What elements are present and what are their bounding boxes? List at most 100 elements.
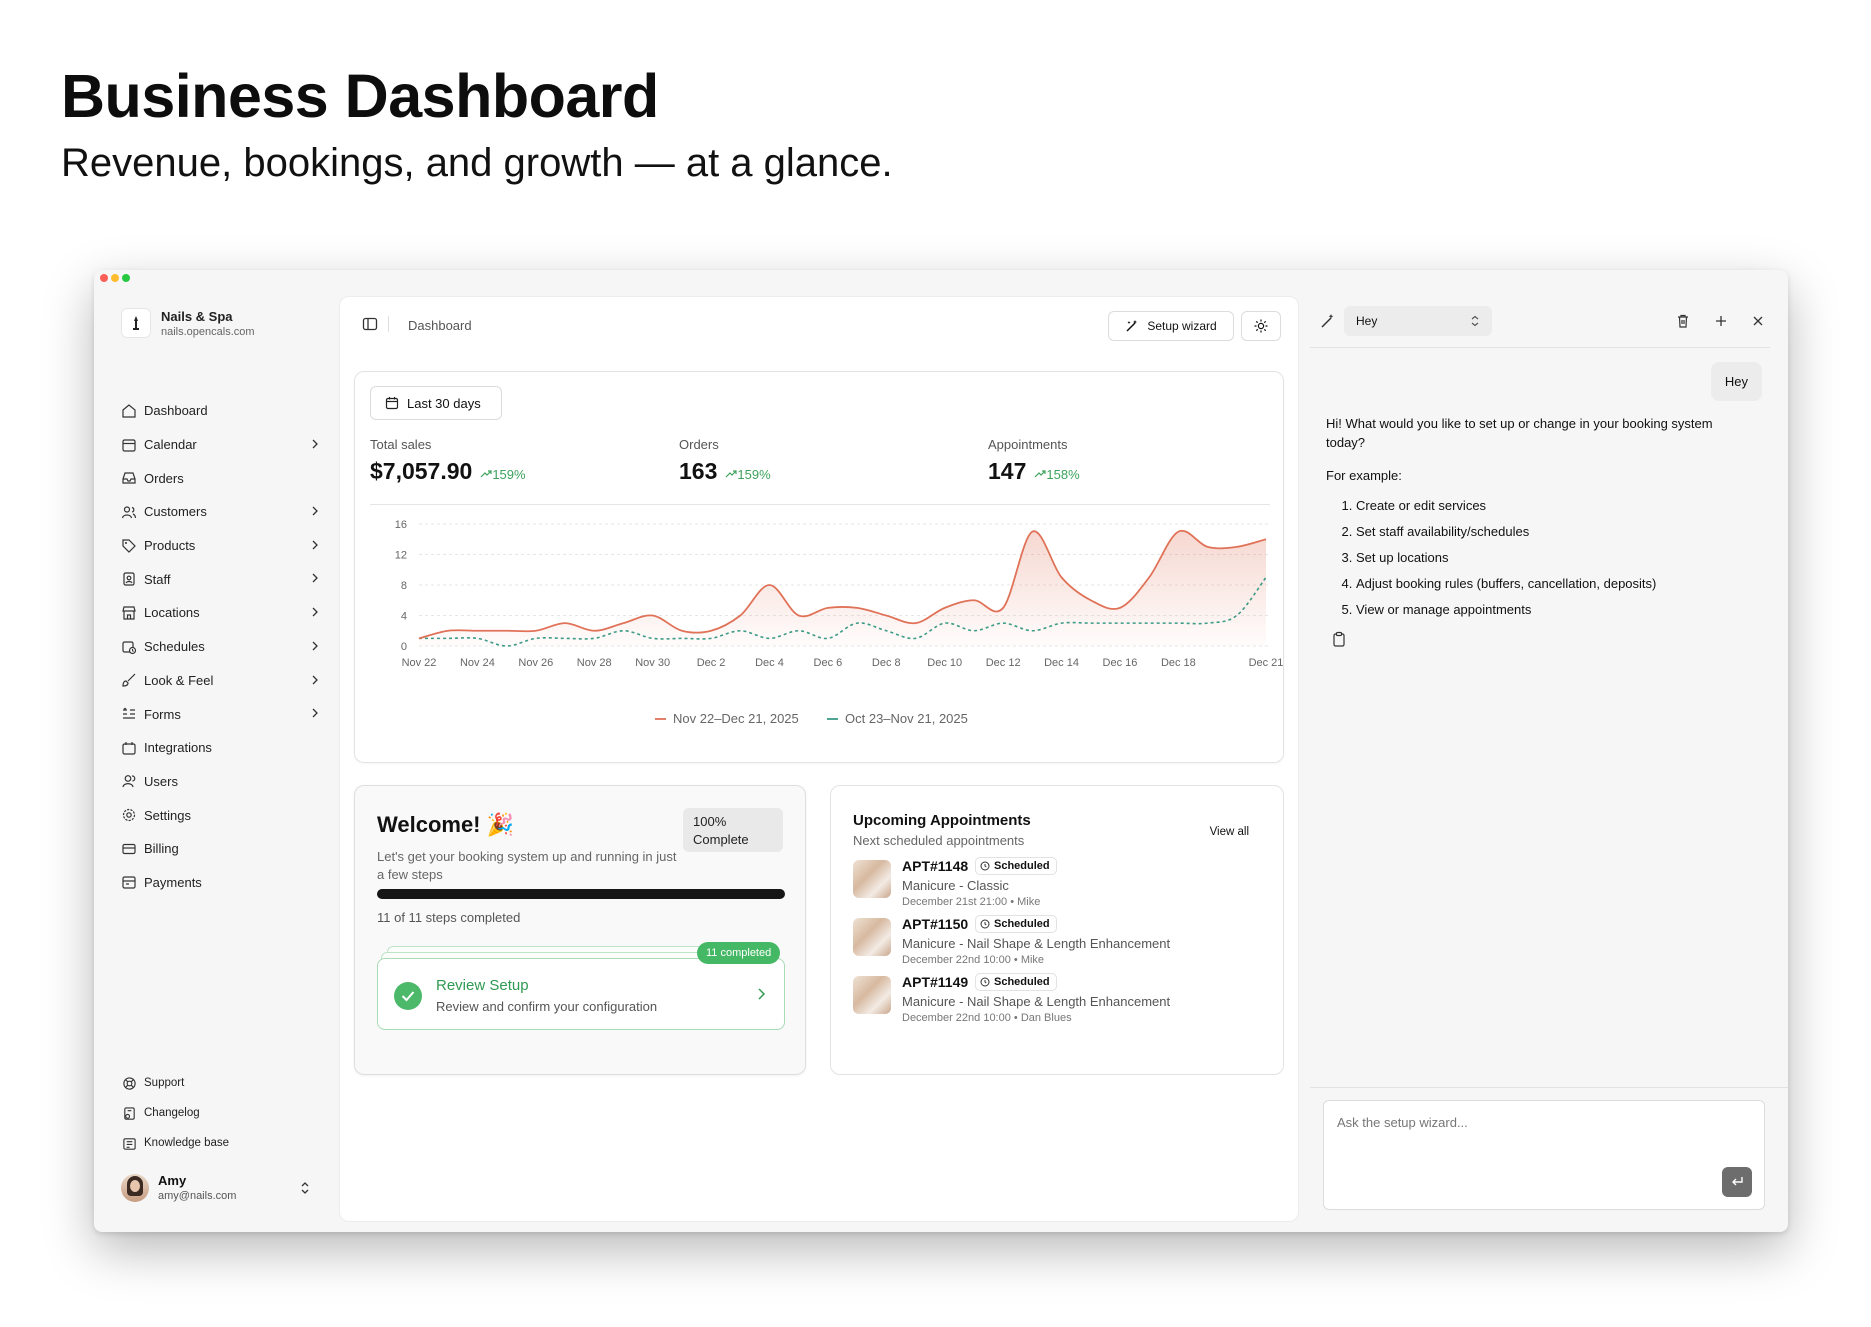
brand-name: Nails & Spa xyxy=(161,308,233,324)
sidebar-item-staff[interactable]: Staff xyxy=(121,562,321,596)
user-email: amy@nails.com xyxy=(158,1190,237,1202)
stat-change: 159% xyxy=(725,467,771,482)
user-menu[interactable]: Amy amy@nails.com xyxy=(121,1173,321,1202)
sidebar-item-customers[interactable]: Customers xyxy=(121,495,321,529)
magic-wand-icon xyxy=(1126,320,1138,332)
doc-icon xyxy=(121,1105,137,1121)
setup-wizard-label: Setup wizard xyxy=(1147,319,1217,333)
theme-toggle-button[interactable] xyxy=(1241,311,1281,341)
sidebar-item-calendar[interactable]: Calendar xyxy=(121,428,321,462)
example-option: Adjust booking rules (buffers, cancellat… xyxy=(1356,574,1746,593)
sidebar-item-label: Dashboard xyxy=(144,403,208,419)
setup-wizard-button[interactable]: Setup wizard xyxy=(1108,311,1234,341)
view-all-link[interactable]: View all xyxy=(1210,826,1249,838)
sidebar-item-products[interactable]: Products xyxy=(121,529,321,563)
stat-label: Total sales xyxy=(370,437,432,452)
sidebar-toggle-icon[interactable] xyxy=(362,316,378,332)
status-label: Scheduled xyxy=(994,976,1050,988)
status-badge: Scheduled xyxy=(975,857,1057,875)
trend-up-icon xyxy=(725,470,737,478)
stat-change: 158% xyxy=(1034,467,1080,482)
list-icon xyxy=(121,706,137,722)
completion-badge: 100% Complete xyxy=(683,808,783,852)
sidebar-item-dashboard[interactable]: Dashboard xyxy=(121,394,321,428)
appointment-row[interactable]: APT#1150 Scheduled Manicure - Nail Shape &… xyxy=(853,915,1273,976)
sidebar-item-payments[interactable]: Payments xyxy=(121,866,321,900)
appointment-id: APT#1150 xyxy=(902,916,969,932)
example-option: Create or edit services xyxy=(1356,496,1746,515)
breadcrumb[interactable]: Dashboard xyxy=(408,318,472,333)
steps-count: 11 of 11 steps completed xyxy=(377,910,521,925)
brand[interactable]: Nails & Spa nails.opencals.com xyxy=(121,308,255,338)
chevrons-up-down-icon xyxy=(1471,315,1479,327)
x-tick-label: Dec 10 xyxy=(927,657,962,669)
stat-label: Orders xyxy=(679,437,719,452)
badge-icon xyxy=(121,571,137,587)
chevron-right-icon xyxy=(312,708,318,718)
enter-icon xyxy=(1732,1177,1743,1186)
stat-value: 147 xyxy=(988,458,1027,484)
sidebar-item-label: Look & Feel xyxy=(144,672,214,688)
main-panel: Dashboard Setup wizard Last 30 days Tota… xyxy=(339,296,1299,1222)
inbox-icon xyxy=(121,470,137,486)
sidebar-item-schedules[interactable]: Schedules xyxy=(121,630,321,664)
x-tick-label: Dec 12 xyxy=(986,657,1021,669)
trend-up-icon xyxy=(1034,470,1046,478)
footer-item-support[interactable]: Support xyxy=(121,1068,229,1098)
legend-label: Nov 22–Dec 21, 2025 xyxy=(673,711,799,726)
home-icon xyxy=(121,403,137,419)
sidebar-item-integrations[interactable]: Integrations xyxy=(121,731,321,765)
assistant-intro: Hi! What would you like to set up or cha… xyxy=(1326,416,1713,450)
close-icon[interactable] xyxy=(1750,313,1766,329)
appointments-subtitle: Next scheduled appointments xyxy=(853,833,1025,848)
sidebar-nav: Dashboard Calendar Orders Customers Products… xyxy=(121,394,321,899)
chevron-right-icon xyxy=(312,573,318,583)
trash-icon[interactable] xyxy=(1675,313,1691,329)
stats-card: Last 30 days Total sales $7,057.90 159% … xyxy=(354,371,1284,763)
hero-title: Business Dashboard xyxy=(61,62,659,130)
sidebar-item-locations[interactable]: Locations xyxy=(121,596,321,630)
wallet-icon xyxy=(121,874,137,890)
example-list: Create or edit services Set staff availab… xyxy=(1326,496,1746,619)
status-label: Scheduled xyxy=(994,860,1050,872)
sidebar-item-users[interactable]: Users xyxy=(121,765,321,799)
thread-select[interactable]: Hey xyxy=(1344,306,1492,336)
chevrons-up-down-icon[interactable] xyxy=(299,1181,311,1195)
stat-label: Appointments xyxy=(988,437,1068,452)
appointment-service: Manicure - Classic xyxy=(902,878,1009,893)
calendar-icon xyxy=(121,437,137,453)
appointment-row[interactable]: APT#1149 Scheduled Manicure - Nail Shape &… xyxy=(853,973,1273,1034)
send-button[interactable] xyxy=(1722,1167,1752,1197)
clock-icon xyxy=(980,861,990,871)
sidebar-item-look-feel[interactable]: Look & Feel xyxy=(121,664,321,698)
review-title: Review Setup xyxy=(436,977,529,994)
appointment-thumbnail xyxy=(853,860,891,898)
plus-icon[interactable] xyxy=(1713,313,1729,329)
stat-value: $7,057.90 xyxy=(370,458,473,484)
plug-icon xyxy=(121,740,137,756)
appointment-service: Manicure - Nail Shape & Length Enhanceme… xyxy=(902,994,1171,1009)
footer-item-changelog[interactable]: Changelog xyxy=(121,1098,229,1128)
appointments-title: Upcoming Appointments xyxy=(853,812,1031,829)
review-setup-step[interactable]: Review Setup Review and confirm your con… xyxy=(377,958,785,1030)
app-window: Nails & Spa nails.opencals.com Dashboard… xyxy=(94,270,1788,1232)
stat-change-value: 159% xyxy=(492,467,526,482)
sidebar-item-forms[interactable]: Forms xyxy=(121,697,321,731)
breadcrumb-divider xyxy=(388,316,389,332)
sidebar-item-settings[interactable]: Settings xyxy=(121,798,321,832)
sidebar-item-label: Orders xyxy=(144,470,184,486)
sidebar-item-orders[interactable]: Orders xyxy=(121,461,321,495)
sidebar-item-billing[interactable]: Billing xyxy=(121,832,321,866)
appointment-row[interactable]: APT#1148 Scheduled Manicure - Classic Decem… xyxy=(853,857,1273,918)
sidebar-footer-nav: Support Changelog Knowledge base xyxy=(121,1068,229,1158)
date-range-button[interactable]: Last 30 days xyxy=(370,386,502,420)
clipboard-icon[interactable] xyxy=(1332,631,1346,647)
footer-item-knowledge-base[interactable]: Knowledge base xyxy=(121,1128,229,1158)
status-badge: Scheduled xyxy=(975,915,1057,933)
chat-input[interactable]: Ask the setup wizard... xyxy=(1323,1100,1765,1210)
sidebar-item-label: Users xyxy=(144,773,178,789)
chevron-right-icon xyxy=(312,540,318,550)
x-tick-label: Dec 2 xyxy=(697,657,726,669)
hero-subtitle: Revenue, bookings, and growth — at a gla… xyxy=(61,141,893,185)
hero: Business Dashboard Revenue, bookings, an… xyxy=(61,60,893,186)
